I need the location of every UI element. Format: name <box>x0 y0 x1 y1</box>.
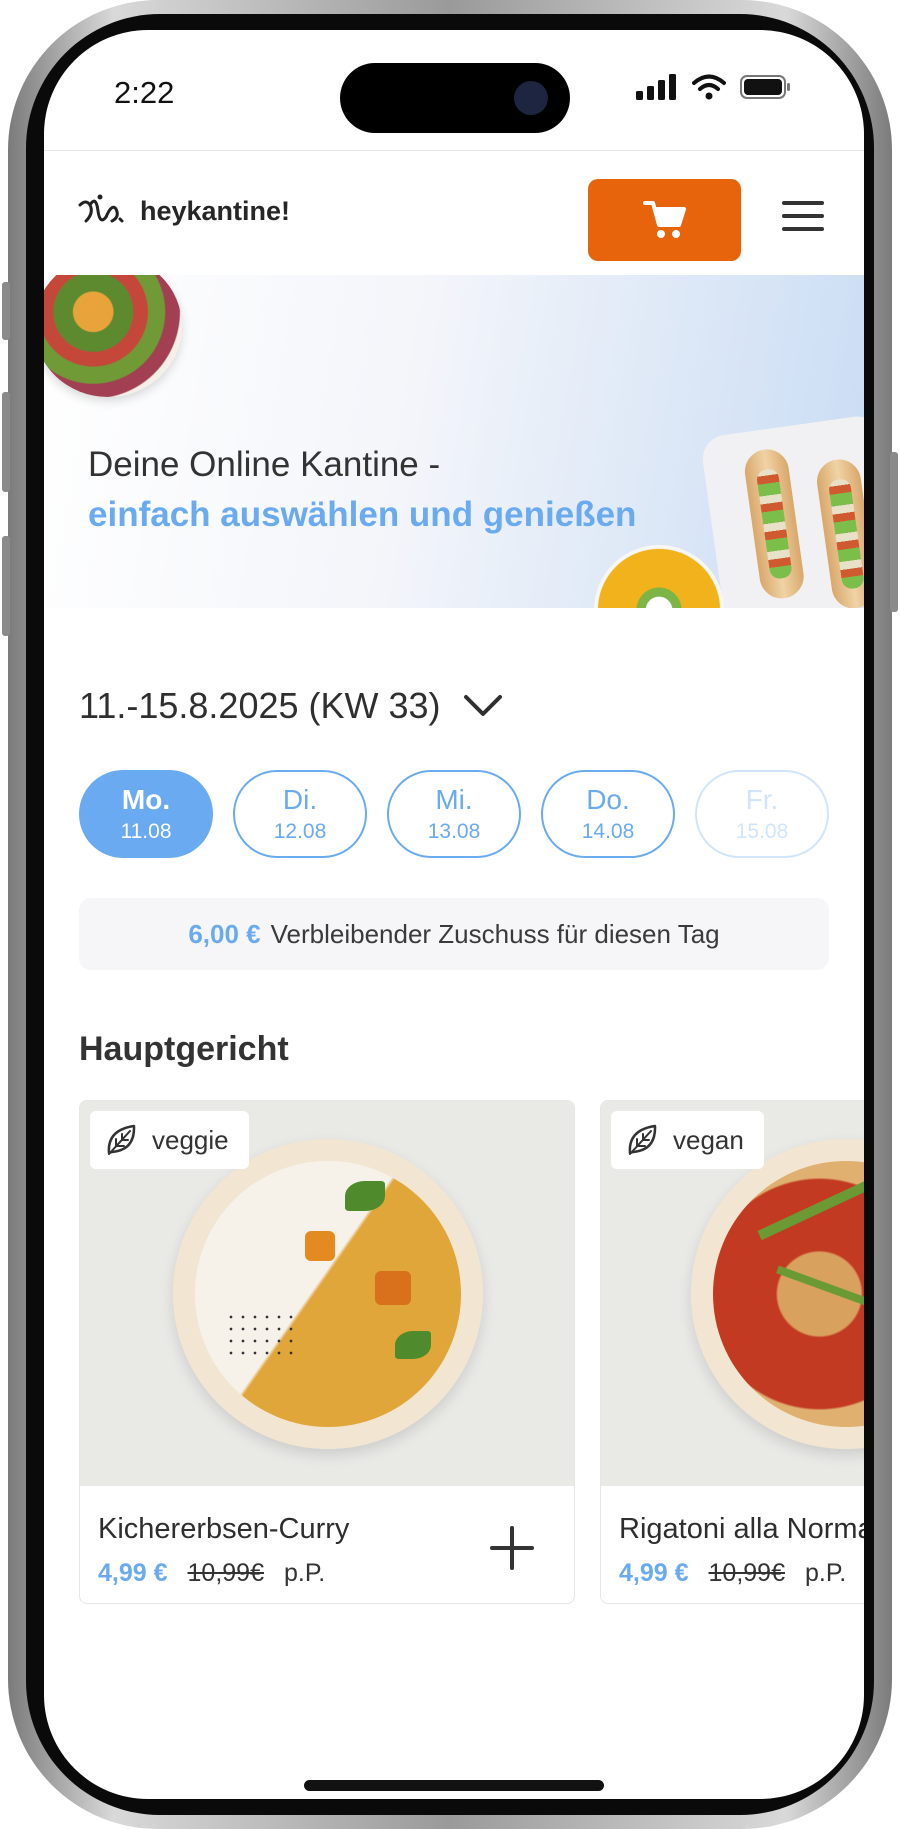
volume-up-button <box>2 392 10 492</box>
battery-icon <box>740 75 790 99</box>
leaf-icon <box>107 1124 136 1155</box>
logo-text: heykantine! <box>140 195 291 226</box>
hero-title: Deine Online Kantine - <box>88 445 441 484</box>
price-unit: p.P. <box>804 1559 847 1587</box>
day-date: 14.08 <box>581 820 635 843</box>
subsidy-info: 6,00 € Verbleibender Zuschuss für diesen… <box>79 898 829 970</box>
day-tab-mi[interactable]: Mi. 13.08 <box>387 770 521 858</box>
day-date: 12.08 <box>273 820 327 843</box>
status-icons <box>636 74 792 100</box>
day-tab-do[interactable]: Do. 14.08 <box>541 770 675 858</box>
price-row: 4,99 € 10,99€ p.P. <box>98 1559 325 1588</box>
product-price: 4,99 € <box>619 1559 689 1587</box>
price-unit: p.P. <box>283 1559 326 1587</box>
salad-image <box>44 275 182 397</box>
product-card[interactable]: vegan Rigatoni alla Norma 4,99 € 10,99€ … <box>600 1100 864 1604</box>
hero-banner: Deine Online Kantine - einfach auswählen… <box>44 275 864 608</box>
hero-subtitle: einfach auswählen und genießen <box>88 495 637 534</box>
camera-icon <box>514 81 548 115</box>
wrap-image <box>699 413 864 608</box>
signal-icon <box>636 74 676 100</box>
day-name: Mo. <box>121 784 171 815</box>
day-name: Mi. <box>435 784 473 815</box>
app-screen: 2:22 heykantine! Deine Online Kantine - … <box>44 30 864 1799</box>
status-time: 2:22 <box>114 75 175 110</box>
day-tab-di[interactable]: Di. 12.08 <box>233 770 367 858</box>
diet-badge-label: vegan <box>673 1124 744 1155</box>
action-button <box>2 282 10 340</box>
product-name: Kichererbsen-Curry <box>98 1513 350 1545</box>
diet-badge-label: veggie <box>152 1124 229 1155</box>
day-date: 11.08 <box>120 820 172 843</box>
price-row: 4,99 € 10,99€ p.P. <box>619 1559 846 1588</box>
product-card[interactable]: veggie Kichererbsen-Curry 4,99 € 10,99€ … <box>79 1100 575 1604</box>
day-date: 13.08 <box>427 820 481 843</box>
soup-image <box>594 545 724 608</box>
subsidy-amount: 6,00 € <box>188 918 261 949</box>
cart-button[interactable] <box>588 179 741 261</box>
wifi-icon <box>692 74 726 100</box>
logo[interactable]: heykantine! <box>76 191 290 231</box>
day-name: Do. <box>586 784 630 815</box>
product-name: Rigatoni alla Norma <box>619 1513 864 1545</box>
dynamic-island <box>340 63 570 133</box>
diet-badge: vegan <box>611 1111 764 1169</box>
add-to-cart-button[interactable] <box>490 1526 534 1570</box>
day-date: 15.08 <box>735 820 789 843</box>
subsidy-text: Verbleibender Zuschuss für diesen Tag <box>270 918 720 949</box>
power-button <box>890 452 898 612</box>
day-name: Di. <box>282 784 318 815</box>
leaf-icon <box>628 1124 657 1155</box>
app-header: heykantine! <box>44 150 864 276</box>
day-tab-fr[interactable]: Fr. 15.08 <box>695 770 829 858</box>
section-title: Hauptgericht <box>79 1030 289 1068</box>
product-image: vegan <box>601 1101 864 1486</box>
day-tab-mo[interactable]: Mo. 11.08 <box>79 770 213 858</box>
volume-down-button <box>2 536 10 636</box>
logo-icon <box>78 194 124 223</box>
product-price: 4,99 € <box>98 1559 168 1587</box>
chevron-down-icon <box>463 695 502 716</box>
week-label: 11.-15.8.2025 (KW 33) <box>79 685 441 726</box>
week-selector[interactable]: 11.-15.8.2025 (KW 33) <box>79 685 503 727</box>
diet-badge: veggie <box>90 1111 249 1169</box>
product-old-price: 10,99€ <box>187 1559 264 1587</box>
product-old-price: 10,99€ <box>708 1559 785 1587</box>
hamburger-menu-icon[interactable] <box>782 201 824 233</box>
home-indicator[interactable] <box>304 1780 604 1791</box>
product-image: veggie <box>80 1101 574 1486</box>
day-name: Fr. <box>745 784 779 815</box>
cart-icon <box>642 201 686 238</box>
